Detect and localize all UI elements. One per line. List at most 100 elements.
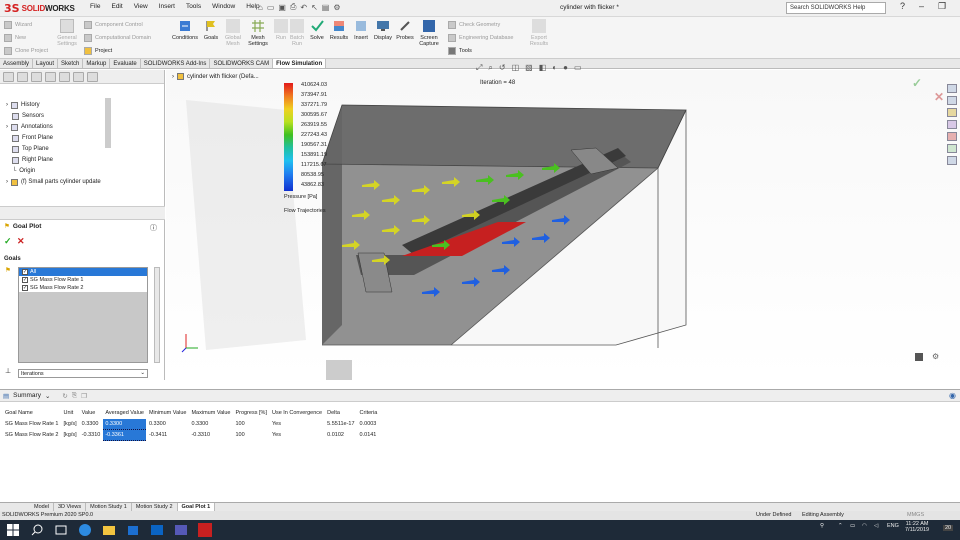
export-icon[interactable]: ⎘ <box>72 392 77 400</box>
solve-button[interactable]: Solve <box>306 19 328 41</box>
palette-icon[interactable] <box>947 156 957 165</box>
store-icon[interactable] <box>126 523 140 537</box>
config-tab[interactable] <box>31 71 42 82</box>
task-view-icon[interactable] <box>54 523 68 537</box>
conditions-button[interactable]: Conditions <box>170 19 200 41</box>
new-doc-icon[interactable]: ⌂ <box>258 3 263 12</box>
library-icon[interactable] <box>947 108 957 117</box>
windows-start-icon[interactable] <box>6 523 20 537</box>
checkbox-icon[interactable]: ✓ <box>22 277 28 283</box>
screen-capture-button[interactable]: Screen Capture <box>416 19 442 47</box>
tab-motion-study-2[interactable]: Motion Study 2 <box>132 503 178 511</box>
menu-file[interactable]: File <box>90 3 100 10</box>
tab-evaluate[interactable]: Evaluate <box>110 59 141 68</box>
results-button[interactable]: Results <box>328 19 350 41</box>
tree-top-plane[interactable]: Top Plane <box>12 144 49 154</box>
print-icon[interactable]: ⎙ <box>290 2 296 12</box>
select-icon[interactable]: ↖ <box>311 3 318 12</box>
tab-sketch[interactable]: Sketch <box>58 59 84 68</box>
search-icon[interactable] <box>30 523 44 537</box>
help-icon[interactable]: ? <box>900 1 905 12</box>
home-icon[interactable] <box>947 84 957 93</box>
tree-sensors[interactable]: Sensors <box>12 111 44 121</box>
search-input[interactable]: Search SOLIDWORKS Help <box>786 2 886 14</box>
tray-arrow-icon[interactable]: ⌃ <box>838 523 843 529</box>
teams-icon[interactable] <box>174 523 188 537</box>
checkbox-icon[interactable]: ✓ <box>22 285 28 291</box>
tree-part[interactable]: › (f) Small parts cylinder update <box>6 177 101 187</box>
solidworks-taskbar-icon[interactable] <box>198 523 212 537</box>
help-icon[interactable]: ⓘ <box>150 223 157 233</box>
tree-front-plane[interactable]: Front Plane <box>12 133 53 143</box>
tab-solidworks-addins[interactable]: SOLIDWORKS Add-Ins <box>141 59 211 68</box>
language-indicator[interactable]: ENG <box>887 523 899 529</box>
minimize-icon[interactable]: – <box>919 1 924 12</box>
solidworks-logo[interactable]: 3S SOLIDWORKS <box>4 1 75 16</box>
tab-goal-plot-1[interactable]: Goal Plot 1 <box>177 503 216 511</box>
outlook-icon[interactable] <box>150 523 164 537</box>
tree-origin[interactable]: └ Origin <box>12 166 35 176</box>
network-icon[interactable]: ▭ <box>850 523 855 529</box>
export-results-button[interactable]: Export Results <box>526 19 552 47</box>
wifi-icon[interactable]: ◠ <box>862 523 867 529</box>
appearances-icon[interactable] <box>947 132 957 141</box>
general-settings-button[interactable]: General Settings <box>54 19 80 47</box>
rebuild-icon[interactable]: ▤ <box>322 3 330 12</box>
x-axis-select[interactable]: Iterations ⌄ <box>18 369 148 378</box>
feature-tree-tab[interactable] <box>3 71 14 82</box>
ok-icon[interactable]: ✓ <box>4 236 12 247</box>
tab-motion-study-1[interactable]: Motion Study 1 <box>86 503 132 511</box>
component-control-button[interactable]: Component Control <box>84 19 151 31</box>
tree-scrollbar[interactable] <box>105 98 111 148</box>
goals-button[interactable]: Goals <box>200 19 222 41</box>
notification-badge[interactable]: 20 <box>943 525 954 531</box>
clock[interactable]: 11:22 AM 7/11/2019 <box>905 521 929 533</box>
probes-button[interactable]: Probes <box>394 19 416 41</box>
menu-insert[interactable]: Insert <box>159 3 175 10</box>
dimxpert-tab[interactable] <box>45 71 56 82</box>
explorer-icon[interactable] <box>947 120 957 129</box>
custom-props-icon[interactable] <box>947 144 957 153</box>
tab-3d-views[interactable]: 3D Views <box>54 503 87 511</box>
engineering-database-button[interactable]: Engineering Database <box>448 32 513 44</box>
goals-scrollbar[interactable] <box>154 267 160 363</box>
people-icon[interactable]: ⚲ <box>820 523 824 529</box>
computational-domain-button[interactable]: Computational Domain <box>84 32 151 44</box>
goal-item-1[interactable]: ✓ SG Mass Flow Rate 1 <box>19 276 147 284</box>
tools-dropdown[interactable]: Tools <box>448 45 513 57</box>
tab-assembly[interactable]: Assembly <box>0 59 34 68</box>
file-explorer-icon[interactable] <box>102 523 116 537</box>
wizard-button[interactable]: Wizard <box>4 19 48 31</box>
tree-history[interactable]: › History <box>6 100 40 110</box>
new-button[interactable]: New <box>4 32 48 44</box>
table-row[interactable]: SG Mass Flow Rate 2 [kg/s] -0.3310 -0.33… <box>3 429 380 441</box>
cam-tab[interactable] <box>73 71 84 82</box>
chevron-down-icon[interactable]: ⌄ <box>45 392 50 400</box>
menu-window[interactable]: Window <box>212 3 235 10</box>
checkbox-icon[interactable]: ✓ <box>22 269 28 275</box>
mesh-settings-button[interactable]: Mesh Settings <box>246 19 270 47</box>
edge-icon[interactable] <box>78 523 92 537</box>
menu-edit[interactable]: Edit <box>111 3 122 10</box>
goal-item-all[interactable]: ✓ All <box>19 268 147 276</box>
resources-icon[interactable] <box>947 96 957 105</box>
refresh-icon[interactable]: ↻ <box>62 392 67 400</box>
open-icon[interactable]: ▭ <box>267 3 275 12</box>
tab-solidworks-cam[interactable]: SOLIDWORKS CAM <box>210 59 274 68</box>
project-dropdown[interactable]: Project <box>84 45 151 57</box>
summary-settings-icon[interactable]: ◉ <box>949 391 956 400</box>
property-tab[interactable] <box>17 71 28 82</box>
insert-button[interactable]: Insert <box>350 19 372 41</box>
check-geometry-button[interactable]: Check Geometry <box>448 19 513 31</box>
table-row[interactable]: SG Mass Flow Rate 1 [kg/s] 0.3300 0.3300… <box>3 418 380 430</box>
goals-list[interactable]: ✓ All ✓ SG Mass Flow Rate 1 ✓ SG Mass Flow … <box>18 267 148 363</box>
menu-tools[interactable]: Tools <box>186 3 201 10</box>
tree-right-plane[interactable]: Right Plane <box>12 155 53 165</box>
global-mesh-button[interactable]: Global Mesh <box>222 19 244 47</box>
clone-project-button[interactable]: Clone Project <box>4 45 48 57</box>
copy-icon[interactable]: ❐ <box>81 392 87 400</box>
tab-model[interactable]: Model <box>30 503 54 511</box>
menu-view[interactable]: View <box>134 3 148 10</box>
flow-tab[interactable] <box>87 71 98 82</box>
batch-run-button[interactable]: Batch Run <box>286 19 308 47</box>
